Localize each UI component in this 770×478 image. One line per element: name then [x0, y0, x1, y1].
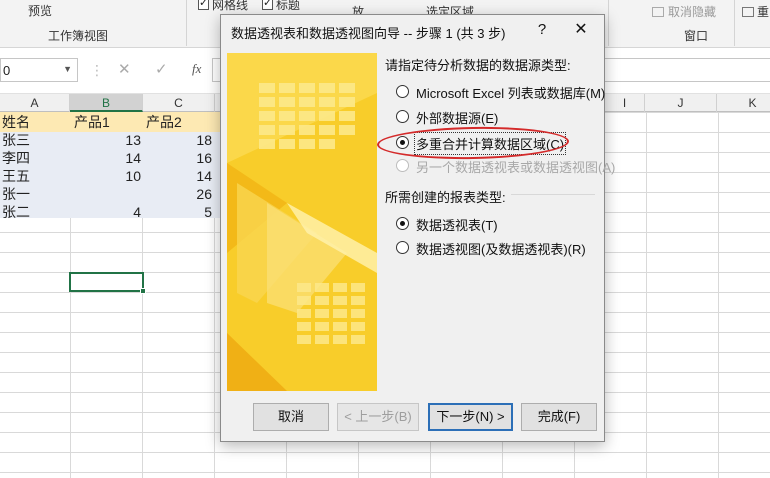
radio-label: 数据透视表(T) — [416, 218, 498, 233]
wizard-illustration — [227, 53, 377, 391]
close-button[interactable]: ✕ — [570, 19, 592, 41]
table-cell[interactable]: 14 — [70, 148, 141, 168]
table-cell[interactable]: 产品2 — [146, 112, 182, 132]
window-group-label: 窗口 — [684, 29, 709, 43]
radio-button[interactable] — [396, 241, 409, 254]
help-button[interactable]: ? — [531, 19, 553, 41]
table-cell[interactable]: 4 — [70, 202, 141, 222]
radio-button — [396, 159, 409, 172]
ribbon-separator — [608, 0, 609, 46]
table-cell[interactable]: 张三 — [2, 130, 30, 150]
ribbon-separator — [734, 0, 735, 46]
header-row-band — [0, 112, 220, 132]
table-cell[interactable] — [70, 184, 141, 204]
radio-label: 外部数据源(E) — [416, 111, 499, 126]
table-cell[interactable]: 姓名 — [2, 112, 30, 132]
close-icon[interactable]: ✕ — [118, 60, 131, 78]
report-section-label: 所需创建的报表类型: — [385, 190, 506, 205]
table-cell[interactable]: 产品1 — [74, 112, 110, 132]
drag-handle-icon[interactable]: ⋮ — [90, 62, 104, 79]
column-header-a[interactable]: A — [0, 94, 70, 112]
name-box-value: 0 — [3, 63, 11, 78]
column-header-i[interactable]: I — [605, 94, 645, 112]
group-divider — [511, 194, 595, 195]
table-cell[interactable]: 李四 — [2, 148, 30, 168]
wizard-illustration-graphic — [227, 53, 377, 391]
workbook-view-group-label: 工作簿视图 — [48, 29, 109, 43]
rearrange-button[interactable]: 重 — [742, 3, 769, 20]
radio-dot-icon — [400, 221, 405, 226]
table-cell[interactable]: 18 — [143, 130, 212, 150]
table-cell[interactable]: 5 — [143, 202, 212, 222]
cancel-button[interactable]: 取消 — [253, 403, 329, 431]
column-header-j[interactable]: J — [645, 94, 717, 112]
radio-label: 数据透视图(及数据透视表)(R) — [416, 242, 586, 257]
column-header-k[interactable]: K — [717, 94, 770, 112]
highlight-annotation — [376, 125, 570, 161]
ribbon-separator — [186, 0, 187, 46]
pivot-wizard-dialog: 数据透视表和数据透视图向导 -- 步骤 1 (共 3 步) ? ✕ 请指定待分析… — [220, 14, 615, 442]
active-cell[interactable] — [69, 272, 146, 294]
table-cell[interactable]: 张一 — [2, 184, 30, 204]
table-cell[interactable]: 16 — [143, 148, 212, 168]
table-cell[interactable]: 14 — [143, 166, 212, 186]
unhide-button[interactable]: 取消隐藏 — [652, 3, 716, 20]
chevron-down-icon[interactable]: ▼ — [63, 64, 72, 74]
next-button[interactable]: 下一步(N) > — [428, 403, 513, 431]
column-header-b[interactable]: B — [70, 94, 143, 112]
window-icon — [742, 7, 754, 17]
table-cell[interactable]: 26 — [143, 184, 212, 204]
radio-button[interactable] — [396, 85, 409, 98]
checkbox-icon — [262, 0, 273, 10]
fill-handle[interactable] — [140, 288, 146, 294]
back-button: < 上一步(B) — [337, 403, 419, 431]
radio-label: Microsoft Excel 列表或数据库(M) — [416, 86, 606, 101]
headings-checkbox[interactable]: 标题 — [262, 0, 300, 13]
table-cell[interactable]: 13 — [70, 130, 141, 150]
check-icon[interactable]: ✓ — [155, 60, 168, 78]
finish-button[interactable]: 完成(F) — [521, 403, 597, 431]
table-cell[interactable]: 张二 — [2, 202, 30, 222]
table-cell[interactable]: 王五 — [2, 166, 30, 186]
radio-label: 另一个数据透视表或数据透视图(A) — [416, 160, 616, 175]
preview-button[interactable]: 预览 — [28, 2, 52, 19]
radio-button[interactable] — [396, 110, 409, 123]
insert-function-button[interactable]: fx — [192, 61, 201, 77]
checkbox-icon — [198, 0, 209, 10]
gridlines-checkbox[interactable]: 网格线 — [198, 0, 248, 13]
radio-button-selected[interactable] — [396, 217, 409, 230]
table-cell[interactable]: 10 — [70, 166, 141, 186]
name-box[interactable]: 0 ▼ — [0, 58, 78, 82]
dialog-title: 数据透视表和数据透视图向导 -- 步骤 1 (共 3 步) — [231, 26, 506, 41]
column-header-c[interactable]: C — [143, 94, 215, 112]
source-section-label: 请指定待分析数据的数据源类型: — [385, 58, 571, 73]
unhide-icon — [652, 7, 664, 17]
